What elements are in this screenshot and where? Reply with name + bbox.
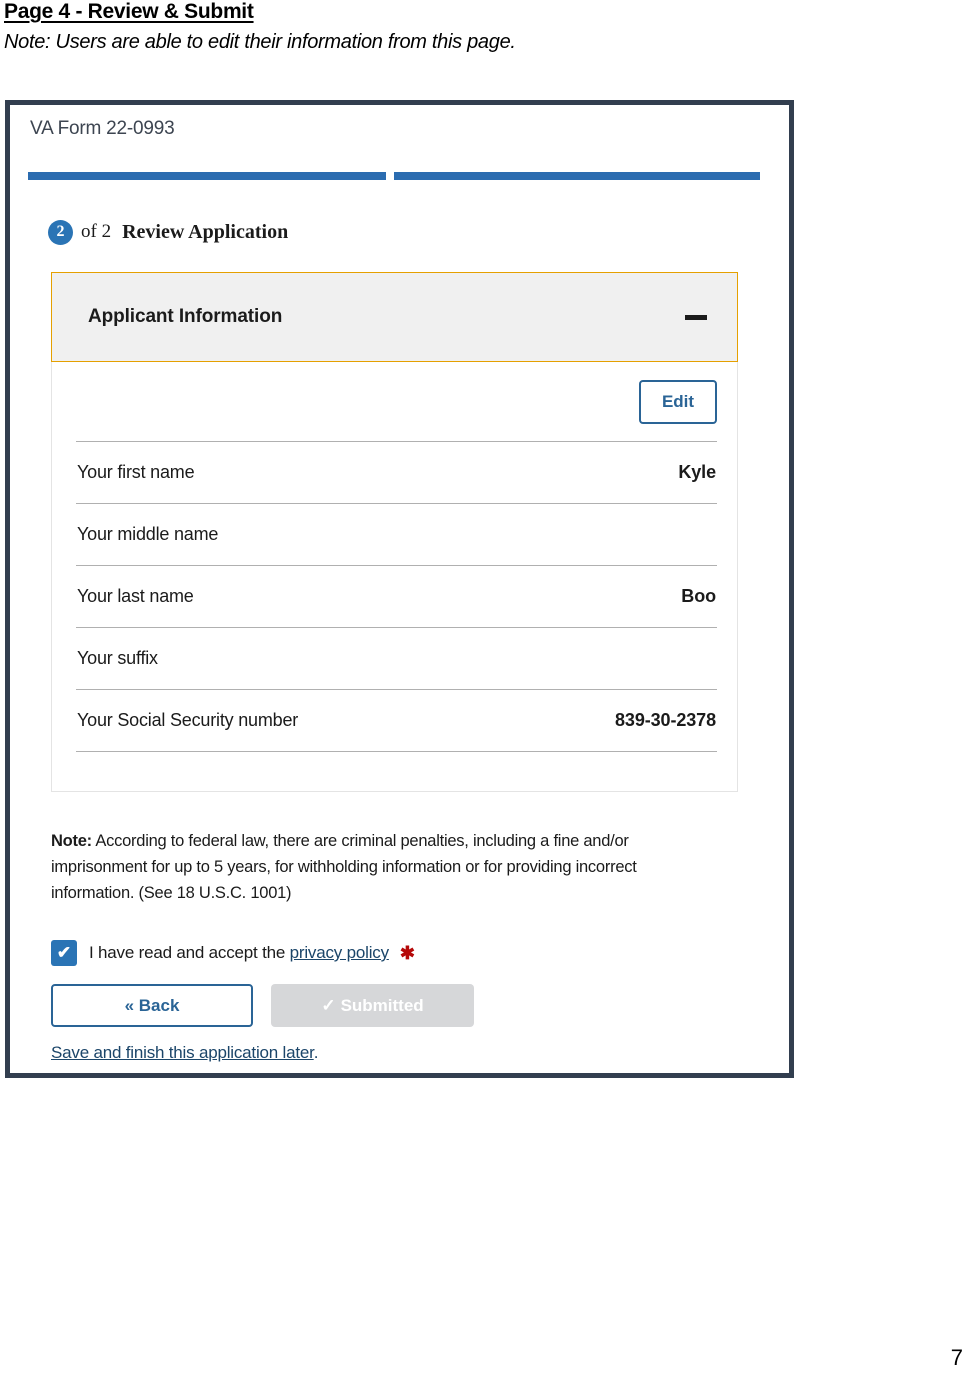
step-heading: 2 of 2 Review Application: [48, 217, 288, 247]
row-label: Your Social Security number: [77, 710, 299, 730]
row-value: Boo: [681, 586, 716, 606]
applicant-information-accordion: Applicant Information Edit Your first na…: [51, 272, 738, 792]
page-title: Page 4 - Review & Submit: [4, 0, 254, 23]
edit-button[interactable]: Edit: [639, 380, 717, 424]
check-icon: ✓: [321, 995, 336, 1015]
table-row: Your first name Kyle: [76, 442, 717, 504]
step-title: Review Application: [122, 220, 289, 243]
legal-note-text: According to federal law, there are crim…: [51, 832, 637, 902]
row-label: Your middle name: [77, 524, 219, 544]
privacy-checkbox[interactable]: ✔: [51, 940, 77, 966]
accordion-header[interactable]: Applicant Information: [51, 272, 738, 362]
row-label: Your suffix: [77, 648, 158, 668]
screenshot-frame: VA Form 22-0993 2 of 2 Review Applicatio…: [5, 100, 794, 1078]
minus-icon[interactable]: [685, 314, 707, 320]
page-subtitle-note: Note: Users are able to edit their infor…: [4, 31, 516, 53]
row-value: Kyle: [678, 462, 716, 482]
row-value: 839-30-2378: [615, 710, 716, 730]
table-row: Your Social Security number 839-30-2378: [76, 690, 717, 752]
page-number: 7: [950, 1345, 963, 1370]
row-label: Your first name: [77, 462, 195, 482]
step-of-label: of 2: [81, 221, 112, 242]
accordion-body: Edit Your first name Kyle Your middle na…: [51, 362, 738, 792]
back-button[interactable]: « Back: [51, 984, 253, 1027]
accordion-title: Applicant Information: [88, 306, 283, 327]
legal-note: Note: According to federal law, there ar…: [51, 828, 711, 906]
progress-bar: [28, 172, 760, 180]
row-label: Your last name: [77, 586, 194, 606]
table-row: Your last name Boo: [76, 566, 717, 628]
save-later-period: .: [313, 1043, 319, 1062]
progress-segment-2: [394, 172, 760, 180]
privacy-policy-link[interactable]: privacy policy: [290, 943, 389, 962]
table-row: Your suffix: [76, 628, 717, 690]
step-number-badge: 2: [48, 219, 73, 245]
progress-segment-1: [28, 172, 386, 180]
submitted-button-label: Submitted: [340, 995, 424, 1015]
action-row: « Back ✓ Submitted: [51, 984, 474, 1027]
submitted-button: ✓ Submitted: [271, 984, 474, 1027]
va-form-label: VA Form 22-0993: [30, 118, 175, 139]
applicant-data-table: Your first name Kyle Your middle name Yo…: [76, 441, 717, 752]
table-row: Your middle name: [76, 504, 717, 566]
required-marker-icon: ✱: [399, 942, 415, 963]
edit-row: Edit: [76, 380, 717, 424]
privacy-policy-row: ✔ I have read and accept the privacy pol…: [51, 940, 415, 966]
save-later-row: Save and finish this application later.: [51, 1043, 318, 1063]
privacy-label-text: I have read and accept the: [89, 943, 290, 962]
privacy-label: I have read and accept the privacy polic…: [89, 943, 389, 963]
legal-note-prefix: Note:: [51, 832, 92, 850]
save-and-finish-later-link[interactable]: Save and finish this application later: [51, 1043, 314, 1062]
